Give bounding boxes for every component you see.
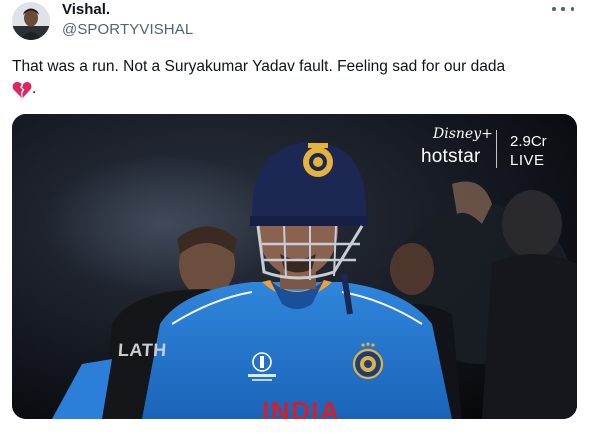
avatar[interactable]	[12, 2, 50, 40]
tweet-media-image[interactable]: LATH INDIA Disney+ hotstar 2.9Cr LIVE	[12, 114, 577, 419]
brand-top-text: Disney+	[433, 126, 493, 142]
broken-heart-icon	[12, 81, 32, 98]
tweet-text: That was a run. Not a Suryakumar Yadav f…	[12, 56, 577, 100]
tweet-card: Vishal. @SPORTYVISHAL That was a run. No…	[0, 0, 589, 433]
viewer-count: 2.9Cr	[510, 133, 547, 150]
display-name[interactable]: Vishal.	[62, 1, 110, 19]
more-options-icon[interactable]	[552, 2, 574, 16]
user-handle[interactable]: @SPORTYVISHAL	[62, 21, 193, 39]
cricket-scene-image	[12, 114, 577, 419]
tweet-text-end: .	[32, 80, 37, 97]
jersey-text: INDIA	[262, 396, 341, 419]
opponent-shirt-text: LATH	[117, 340, 168, 360]
live-label: LIVE	[510, 152, 545, 169]
tweet-text-line: That was a run. Not a Suryakumar Yadav f…	[12, 58, 506, 75]
overlay-divider	[496, 130, 497, 168]
brand-bottom-text: hotstar	[421, 146, 481, 167]
